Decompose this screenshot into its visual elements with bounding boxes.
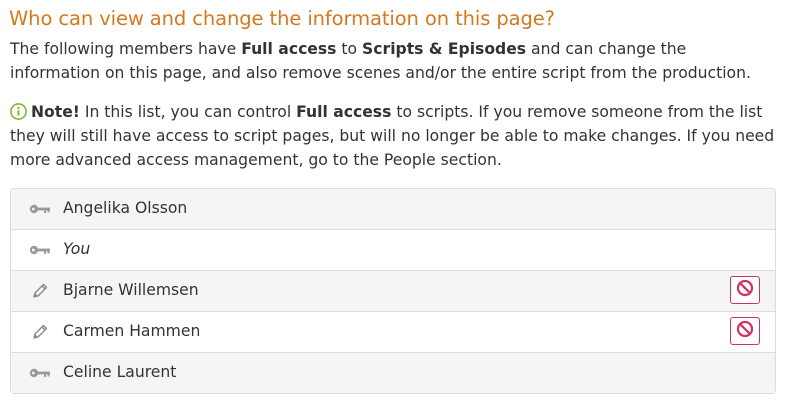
member-row: Angelika Olsson	[11, 189, 775, 230]
pencil-icon	[29, 323, 51, 341]
member-name: Angelika Olsson	[63, 199, 188, 217]
pencil-icon	[29, 282, 51, 300]
note-bold-full-access: Full access	[296, 103, 392, 121]
access-panel: Who can view and change the information …	[0, 0, 801, 418]
note-label: Note!	[31, 103, 80, 121]
intro-text-part: The following members have	[10, 40, 242, 58]
member-row: Carmen Hammen	[11, 312, 775, 353]
remove-access-button[interactable]	[730, 317, 760, 345]
member-name: Bjarne Willemsen	[63, 281, 199, 299]
info-circle-icon	[10, 103, 27, 120]
member-list: Angelika Olsson You Bjarne Willemsen Car…	[10, 188, 776, 394]
ban-icon	[736, 320, 754, 342]
member-name-you: You	[63, 240, 91, 258]
intro-bold-full-access: Full access	[241, 40, 337, 58]
member-row: Bjarne Willemsen	[11, 271, 775, 312]
intro-text-part: to	[336, 40, 363, 58]
member-row: You	[11, 230, 775, 271]
intro-bold-section: Scripts & Episodes	[362, 40, 527, 58]
remove-access-button[interactable]	[730, 276, 760, 304]
member-name: Celine Laurent	[63, 363, 177, 381]
note-text-part: In this list, you can control	[79, 103, 297, 121]
member-row: Celine Laurent	[11, 353, 775, 394]
key-icon	[29, 364, 51, 382]
ban-icon	[736, 279, 754, 301]
key-icon	[29, 241, 51, 259]
note-text: Note! In this list, you can control Full…	[10, 100, 780, 172]
intro-text: The following members have Full access t…	[10, 37, 780, 85]
page-title: Who can view and change the information …	[9, 7, 555, 30]
key-icon	[29, 200, 51, 218]
member-name: Carmen Hammen	[63, 322, 201, 340]
